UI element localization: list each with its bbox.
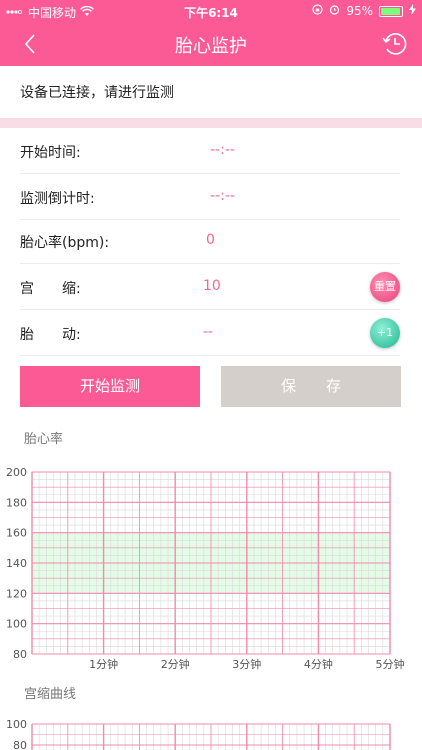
y-tick-label: 200: [6, 466, 27, 479]
row-countdown: 监测倒计时: --:--: [20, 174, 400, 220]
rotation-lock-icon: [312, 4, 323, 18]
x-tick-label: 2分钟: [161, 657, 190, 671]
fetal-movement-label: 胎 动:: [20, 327, 81, 343]
row-contraction: 宫 缩: 10 重置: [20, 264, 400, 310]
status-right: 95%: [312, 4, 416, 18]
y-tick-label: 100: [6, 718, 27, 731]
row-heart-rate: 胎心率(bpm): 0: [20, 218, 400, 264]
status-bar: 中国移动 下午6:14 95%: [0, 0, 422, 22]
alarm-icon: [329, 4, 340, 18]
contraction-chart-title: 宫缩曲线: [24, 687, 77, 702]
history-clock-icon[interactable]: [380, 29, 410, 59]
contraction-value: 10: [203, 278, 221, 294]
y-tick-label: 100: [6, 618, 27, 631]
start-time-value: --:--: [210, 142, 235, 158]
section-divider: [0, 118, 422, 128]
countdown-label: 监测倒计时:: [20, 191, 95, 207]
heart-rate-chart-title: 胎心率: [24, 432, 64, 447]
add-movement-button[interactable]: +1: [370, 318, 400, 348]
x-tick-label: 4分钟: [304, 657, 333, 671]
row-start-time: 开始时间: --:--: [20, 128, 400, 174]
y-tick-label: 180: [6, 496, 27, 509]
y-tick-label: 120: [6, 587, 27, 600]
y-tick-label: 80: [13, 739, 27, 750]
nav-bar: 胎心监护: [0, 22, 422, 66]
contraction-label: 宫 缩:: [20, 281, 81, 297]
y-tick-label: 140: [6, 557, 27, 570]
reset-button[interactable]: 重置: [370, 272, 400, 302]
page-title: 胎心监护: [175, 36, 247, 57]
row-fetal-movement: 胎 动: -- +1: [20, 310, 400, 356]
battery-fill: [381, 7, 400, 15]
x-tick-label: 3分钟: [232, 657, 261, 671]
y-tick-label: 80: [13, 648, 27, 661]
heart-rate-value: 0: [206, 232, 215, 248]
heart-rate-chart: 200 180 160 140 120 100 80 1分钟 2分钟 3分钟 4分钟 5分钟: [6, 466, 405, 671]
save-button[interactable]: 保 存: [221, 366, 401, 407]
heart-rate-label: 胎心率(bpm):: [20, 235, 110, 251]
contraction-chart: 100 80: [6, 718, 391, 750]
x-tick-label: 1分钟: [89, 657, 118, 671]
x-tick-label: 5分钟: [376, 657, 405, 671]
battery-percent: 95%: [346, 4, 373, 18]
start-time-label: 开始时间:: [20, 145, 81, 161]
charging-icon: [409, 4, 416, 18]
fetal-movement-value: --: [203, 324, 214, 340]
y-tick-label: 160: [6, 527, 27, 540]
start-monitoring-button[interactable]: 开始监测: [20, 366, 200, 407]
connection-notice: 设备已连接，请进行监测: [20, 85, 174, 101]
countdown-value: --:--: [210, 188, 235, 204]
battery-icon: [379, 5, 403, 17]
